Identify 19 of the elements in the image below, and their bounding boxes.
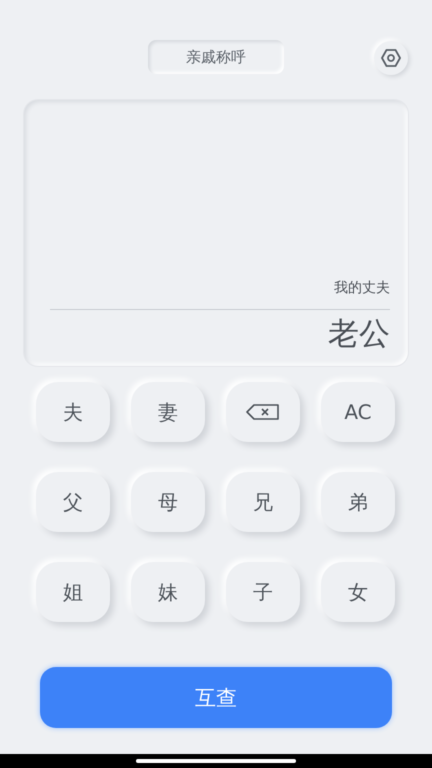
keypad-key[interactable]: 夫 xyxy=(36,382,110,442)
backspace-icon xyxy=(246,404,280,420)
settings-button[interactable] xyxy=(374,41,408,75)
keypad-key[interactable]: 弟 xyxy=(321,472,395,532)
keypad-key[interactable]: 母 xyxy=(131,472,205,532)
keypad-key[interactable]: 子 xyxy=(226,562,300,622)
keypad-key[interactable]: 兄 xyxy=(226,472,300,532)
keypad-key[interactable]: 姐 xyxy=(36,562,110,622)
relation-expression: 我的丈夫 xyxy=(334,279,390,297)
keypad-key[interactable]: 妻 xyxy=(131,382,205,442)
settings-icon xyxy=(381,49,401,67)
page-title: 亲戚称呼 xyxy=(148,40,284,74)
result-text: 老公 xyxy=(328,315,390,354)
lookup-button[interactable]: 互查 xyxy=(40,667,392,728)
keypad-key[interactable]: 父 xyxy=(36,472,110,532)
backspace-key[interactable] xyxy=(226,382,300,442)
keypad-key[interactable]: 妹 xyxy=(131,562,205,622)
keypad-key[interactable]: AC xyxy=(321,382,395,442)
keypad-key[interactable]: 女 xyxy=(321,562,395,622)
